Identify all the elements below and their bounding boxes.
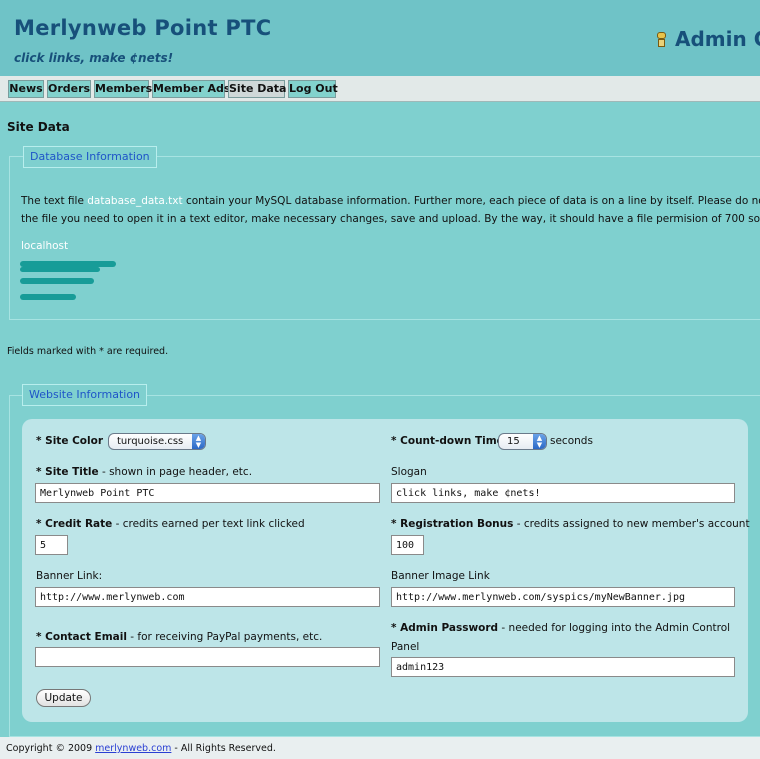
database-host: localhost: [21, 240, 69, 252]
countdown-label: * Count-down Time: [391, 435, 504, 447]
banner-image-link-input[interactable]: [391, 587, 735, 607]
tab-log-out[interactable]: Log Out: [288, 80, 338, 98]
database-file-name: database_data.txt: [87, 195, 183, 207]
database-info-line-2: the file you need to open it in a text e…: [21, 213, 760, 225]
tab-site-data[interactable]: Site Data: [228, 80, 286, 98]
slogan-input[interactable]: [391, 483, 735, 503]
countdown-suffix: seconds: [550, 435, 593, 447]
site-title-label: * Site Title - shown in page header, etc…: [36, 466, 253, 478]
page-title: Site Data: [7, 120, 70, 134]
credit-rate-label: * Credit Rate - credits earned per text …: [36, 518, 305, 530]
database-info-legend: Database Information: [23, 146, 157, 168]
banner-link-input[interactable]: [35, 587, 380, 607]
database-info-text: The text file database_data.txt contain …: [21, 192, 760, 228]
admin-nav-bar: News Orders Members Member Ads Site Data…: [0, 76, 760, 102]
admin-password-label: * Admin Password - needed for logging in…: [391, 622, 731, 634]
site-color-label: * Site Color: [36, 435, 104, 447]
admin-user-icon: [656, 32, 667, 47]
contact-email-label: * Contact Email - for receiving PayPal p…: [36, 631, 323, 643]
slogan-label: Slogan: [391, 466, 427, 478]
countdown-select[interactable]: 15 ▲ ▼: [498, 433, 547, 450]
database-info-line-1: The text file database_data.txt contain …: [21, 195, 760, 207]
tab-orders[interactable]: Orders: [47, 80, 91, 98]
tab-members[interactable]: Members: [94, 80, 152, 98]
admin-heading: Admin C: [656, 27, 760, 51]
redacted-db-user: [20, 278, 94, 284]
admin-password-label-line-2: Panel: [391, 641, 420, 653]
redacted-db-name-shadow: [20, 267, 100, 272]
admin-heading-text: Admin C: [675, 27, 760, 51]
site-title: Merlynweb Point PTC: [14, 16, 272, 40]
banner-link-label: Banner Link:: [36, 570, 103, 582]
database-info-fieldset: [9, 156, 760, 320]
required-fields-note: Fields marked with * are required.: [7, 346, 169, 357]
credit-rate-input[interactable]: [35, 535, 68, 555]
tab-news[interactable]: News: [8, 80, 44, 98]
website-info-legend: Website Information: [22, 384, 148, 406]
site-title-input[interactable]: [35, 483, 380, 503]
registration-bonus-label: * Registration Bonus - credits assigned …: [391, 518, 750, 530]
site-color-select[interactable]: turquoise.css ▲ ▼: [108, 433, 206, 450]
page-footer: Copyright © 2009 merlynweb.com - All Rig…: [0, 737, 760, 759]
tab-member-ads[interactable]: Member Ads: [152, 80, 230, 98]
redacted-db-password: [20, 294, 76, 300]
update-button[interactable]: Update: [36, 689, 91, 707]
banner-image-link-label: Banner Image Link: [391, 570, 490, 582]
page-header: Merlynweb Point PTC click links, make ¢n…: [0, 0, 760, 76]
admin-password-input[interactable]: [391, 657, 735, 677]
contact-email-input[interactable]: [35, 647, 380, 667]
select-arrows-icon: ▲ ▼: [192, 434, 205, 449]
footer-site-link[interactable]: merlynweb.com: [95, 743, 171, 754]
select-arrows-icon: ▲ ▼: [533, 434, 546, 449]
registration-bonus-input[interactable]: [391, 535, 424, 555]
site-slogan: click links, make ¢nets!: [14, 51, 174, 65]
